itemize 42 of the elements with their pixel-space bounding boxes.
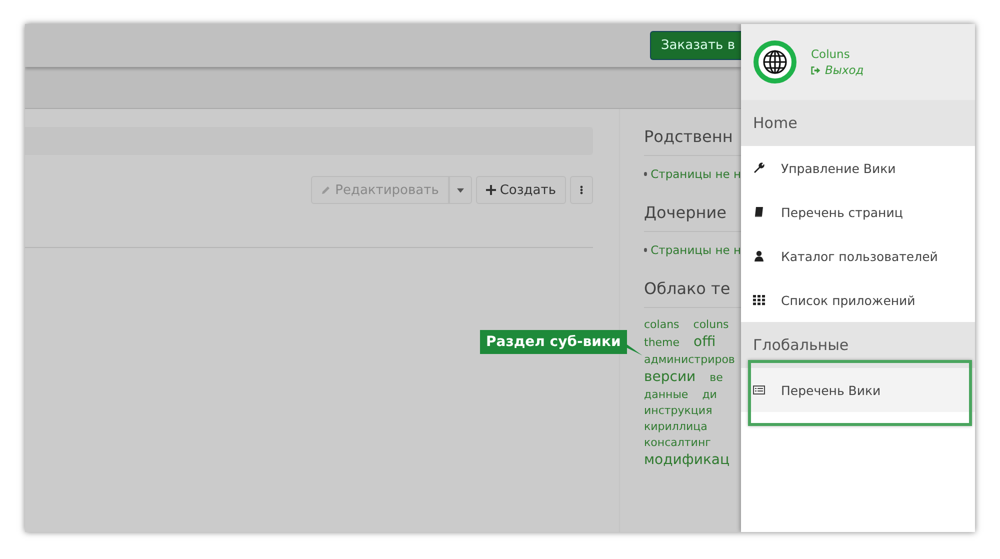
bullet-icon [644, 172, 647, 176]
menu-item[interactable]: Каталог пользователей [741, 234, 975, 278]
tag-link[interactable]: ди [702, 388, 717, 401]
dropdown-button[interactable] [448, 176, 472, 204]
tag-link[interactable]: coluns [693, 318, 729, 331]
tag-link[interactable]: администриров [644, 353, 735, 366]
tag-link[interactable]: консалтинг [644, 436, 711, 449]
menu-item[interactable]: Перечень страниц [741, 190, 975, 234]
tag-link[interactable]: данные [644, 388, 688, 401]
menu-section-heading: Глобальные [741, 322, 975, 368]
order-button[interactable]: Заказать в [650, 31, 741, 60]
tag-link[interactable]: модификац [644, 452, 730, 468]
menu-item[interactable]: Управление Вики [741, 146, 975, 190]
wrench-icon [753, 162, 765, 174]
user-name[interactable]: Coluns [811, 47, 864, 61]
page-link[interactable]: Страницы не н [650, 167, 741, 181]
tag-link[interactable]: ве [710, 371, 723, 384]
tag-link[interactable]: инструкция [644, 404, 712, 417]
caret-icon [456, 188, 464, 192]
book-icon [753, 206, 765, 218]
tag-link[interactable]: theme [644, 336, 680, 349]
logout-icon [811, 66, 821, 74]
pencil-icon [321, 185, 332, 195]
page-link[interactable]: Страницы не н [650, 243, 741, 257]
globe-icon [753, 40, 797, 84]
list-icon [753, 384, 765, 396]
tag-link[interactable]: offi [694, 334, 716, 350]
menu-item[interactable]: Перечень Вики [741, 368, 975, 412]
tag-link[interactable]: colans [644, 318, 680, 331]
menu-section-heading: Home [741, 100, 975, 146]
logout-link[interactable]: Выход [825, 63, 864, 77]
grid-icon [753, 294, 765, 306]
more-button[interactable] [570, 176, 593, 204]
tag-link[interactable]: версии [644, 369, 696, 385]
plus-icon [486, 185, 496, 195]
create-button[interactable]: Создать [476, 176, 566, 204]
more-icon [580, 185, 583, 195]
menu-item[interactable]: Список приложений [741, 278, 975, 322]
tag-link[interactable]: кириллица [644, 420, 708, 433]
edit-button[interactable]: Редактировать [311, 176, 449, 204]
user-icon [753, 250, 765, 262]
bullet-icon [644, 248, 647, 252]
